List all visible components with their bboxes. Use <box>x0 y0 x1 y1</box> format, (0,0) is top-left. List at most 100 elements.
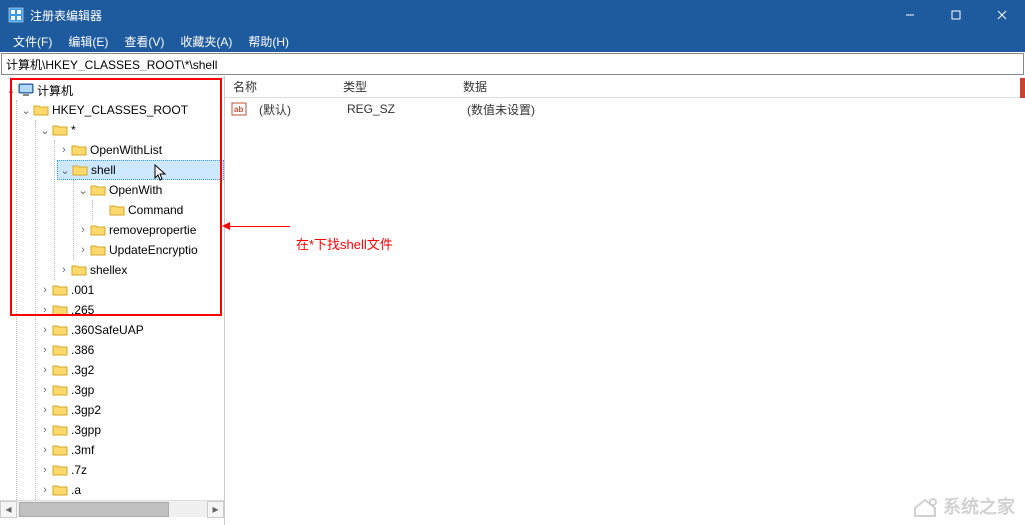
menu-file[interactable]: 文件(F) <box>5 31 60 52</box>
maximize-button[interactable] <box>933 0 979 30</box>
tree-node-hkcr[interactable]: ⌄ HKEY_CLASSES_ROOT <box>19 100 224 120</box>
menu-favorites[interactable]: 收藏夹(A) <box>172 31 240 52</box>
title-bar: 注册表编辑器 <box>0 0 1025 30</box>
tree-node[interactable]: › .7z <box>38 460 224 480</box>
tree-label: .265 <box>71 303 94 317</box>
string-value-icon: ab <box>231 101 247 117</box>
folder-icon <box>90 223 106 237</box>
toggle-icon[interactable]: › <box>38 344 52 356</box>
tree-node-computer[interactable]: ⌄ 计算机 <box>0 80 224 100</box>
tree-node[interactable]: › .265 <box>38 300 224 320</box>
scroll-left-button[interactable]: ◂ <box>0 501 17 518</box>
window-title: 注册表编辑器 <box>30 7 887 24</box>
svg-text:ab: ab <box>234 105 243 114</box>
tree-node[interactable]: ⌄ OpenWith <box>76 180 224 200</box>
folder-icon <box>52 403 68 417</box>
tree-node[interactable]: › removepropertie <box>76 220 224 240</box>
address-input[interactable] <box>6 57 1019 71</box>
menu-bar: 文件(F) 编辑(E) 查看(V) 收藏夹(A) 帮助(H) <box>0 30 1025 52</box>
close-button[interactable] <box>979 0 1025 30</box>
tree-node[interactable]: › Command <box>95 200 224 220</box>
tree-label: OpenWith <box>109 183 162 197</box>
tree-node[interactable]: › .3gp <box>38 380 224 400</box>
tree-node-star[interactable]: ⌄ * <box>38 120 224 140</box>
tree-label: .360SafeUAP <box>71 323 144 337</box>
menu-edit[interactable]: 编辑(E) <box>60 31 116 52</box>
tree-node[interactable]: › .a <box>38 480 224 500</box>
folder-icon <box>52 343 68 357</box>
scroll-right-button[interactable]: ▸ <box>207 501 224 518</box>
tree-node[interactable]: › .3mf <box>38 440 224 460</box>
folder-icon <box>52 383 68 397</box>
tree-node-shell[interactable]: ⌄ shell <box>57 160 224 180</box>
toggle-icon[interactable]: › <box>38 444 52 456</box>
folder-icon <box>52 303 68 317</box>
tree-label: shell <box>91 163 116 177</box>
tree-node[interactable]: › .3gp2 <box>38 400 224 420</box>
tree-label: .a <box>71 483 81 497</box>
value-name: (默认) <box>251 101 339 118</box>
tree-label: Command <box>128 203 183 217</box>
value-row[interactable]: ab (默认) REG_SZ (数值未设置) <box>225 98 1025 120</box>
toggle-icon[interactable]: ⌄ <box>58 164 72 177</box>
tree-node[interactable]: › OpenWithList <box>57 140 224 160</box>
side-red-tab <box>1020 78 1025 98</box>
col-header-name[interactable]: 名称 <box>225 78 335 95</box>
toggle-icon[interactable]: › <box>38 384 52 396</box>
folder-icon <box>52 443 68 457</box>
value-data: (数值未设置) <box>459 101 1025 118</box>
minimize-button[interactable] <box>887 0 933 30</box>
folder-icon <box>71 143 87 157</box>
toggle-icon[interactable]: › <box>38 424 52 436</box>
tree-node[interactable]: › .001 <box>38 280 224 300</box>
tree-label: .3gp <box>71 383 94 397</box>
toggle-icon[interactable]: ⌄ <box>4 84 18 97</box>
toggle-icon[interactable]: › <box>38 364 52 376</box>
menu-help[interactable]: 帮助(H) <box>240 31 297 52</box>
tree-horizontal-scrollbar[interactable]: ◂ ▸ <box>0 500 224 517</box>
tree-label: .7z <box>71 463 87 477</box>
annotation-arrow <box>224 226 290 227</box>
tree-label: .001 <box>71 283 94 297</box>
toggle-icon[interactable]: › <box>38 464 52 476</box>
tree-node[interactable]: › .3g2 <box>38 360 224 380</box>
annotation-text: 在*下找shell文件 <box>296 234 393 253</box>
scroll-thumb[interactable] <box>19 502 169 517</box>
toggle-icon[interactable]: ⌄ <box>19 104 33 117</box>
toggle-icon[interactable]: › <box>76 244 90 256</box>
tree-label: UpdateEncryptio <box>109 243 198 257</box>
toggle-icon[interactable]: › <box>57 264 71 276</box>
toggle-icon[interactable]: › <box>57 144 71 156</box>
toggle-icon[interactable]: ⌄ <box>38 124 52 137</box>
toggle-icon[interactable]: › <box>76 224 90 236</box>
tree-label: removepropertie <box>109 223 196 237</box>
menu-view[interactable]: 查看(V) <box>116 31 172 52</box>
folder-icon <box>90 183 106 197</box>
tree-node[interactable]: › shellex <box>57 260 224 280</box>
folder-icon <box>52 363 68 377</box>
folder-icon <box>52 283 68 297</box>
list-header: 名称 类型 数据 <box>225 76 1025 98</box>
folder-icon <box>71 263 87 277</box>
tree-node[interactable]: › .360SafeUAP <box>38 320 224 340</box>
folder-icon <box>90 243 106 257</box>
tree-label: OpenWithList <box>90 143 162 157</box>
toggle-icon[interactable]: › <box>38 404 52 416</box>
col-header-type[interactable]: 类型 <box>335 78 455 95</box>
toggle-icon[interactable]: › <box>38 304 52 316</box>
folder-icon <box>52 463 68 477</box>
tree-panel[interactable]: ⌄ 计算机 ⌄ HKEY_CLASSES_ROOT <box>0 76 225 525</box>
toggle-icon[interactable]: › <box>38 284 52 296</box>
main-area: ⌄ 计算机 ⌄ HKEY_CLASSES_ROOT <box>0 76 1025 525</box>
tree-node[interactable]: › UpdateEncryptio <box>76 240 224 260</box>
tree-label: .3g2 <box>71 363 94 377</box>
tree-label: HKEY_CLASSES_ROOT <box>52 103 188 117</box>
toggle-icon[interactable]: ⌄ <box>76 184 90 197</box>
tree-node[interactable]: › .3gpp <box>38 420 224 440</box>
scroll-track[interactable] <box>17 501 207 518</box>
col-header-data[interactable]: 数据 <box>455 78 1025 95</box>
folder-icon <box>33 103 49 117</box>
toggle-icon[interactable]: › <box>38 484 52 496</box>
tree-node[interactable]: › .386 <box>38 340 224 360</box>
toggle-icon[interactable]: › <box>38 324 52 336</box>
